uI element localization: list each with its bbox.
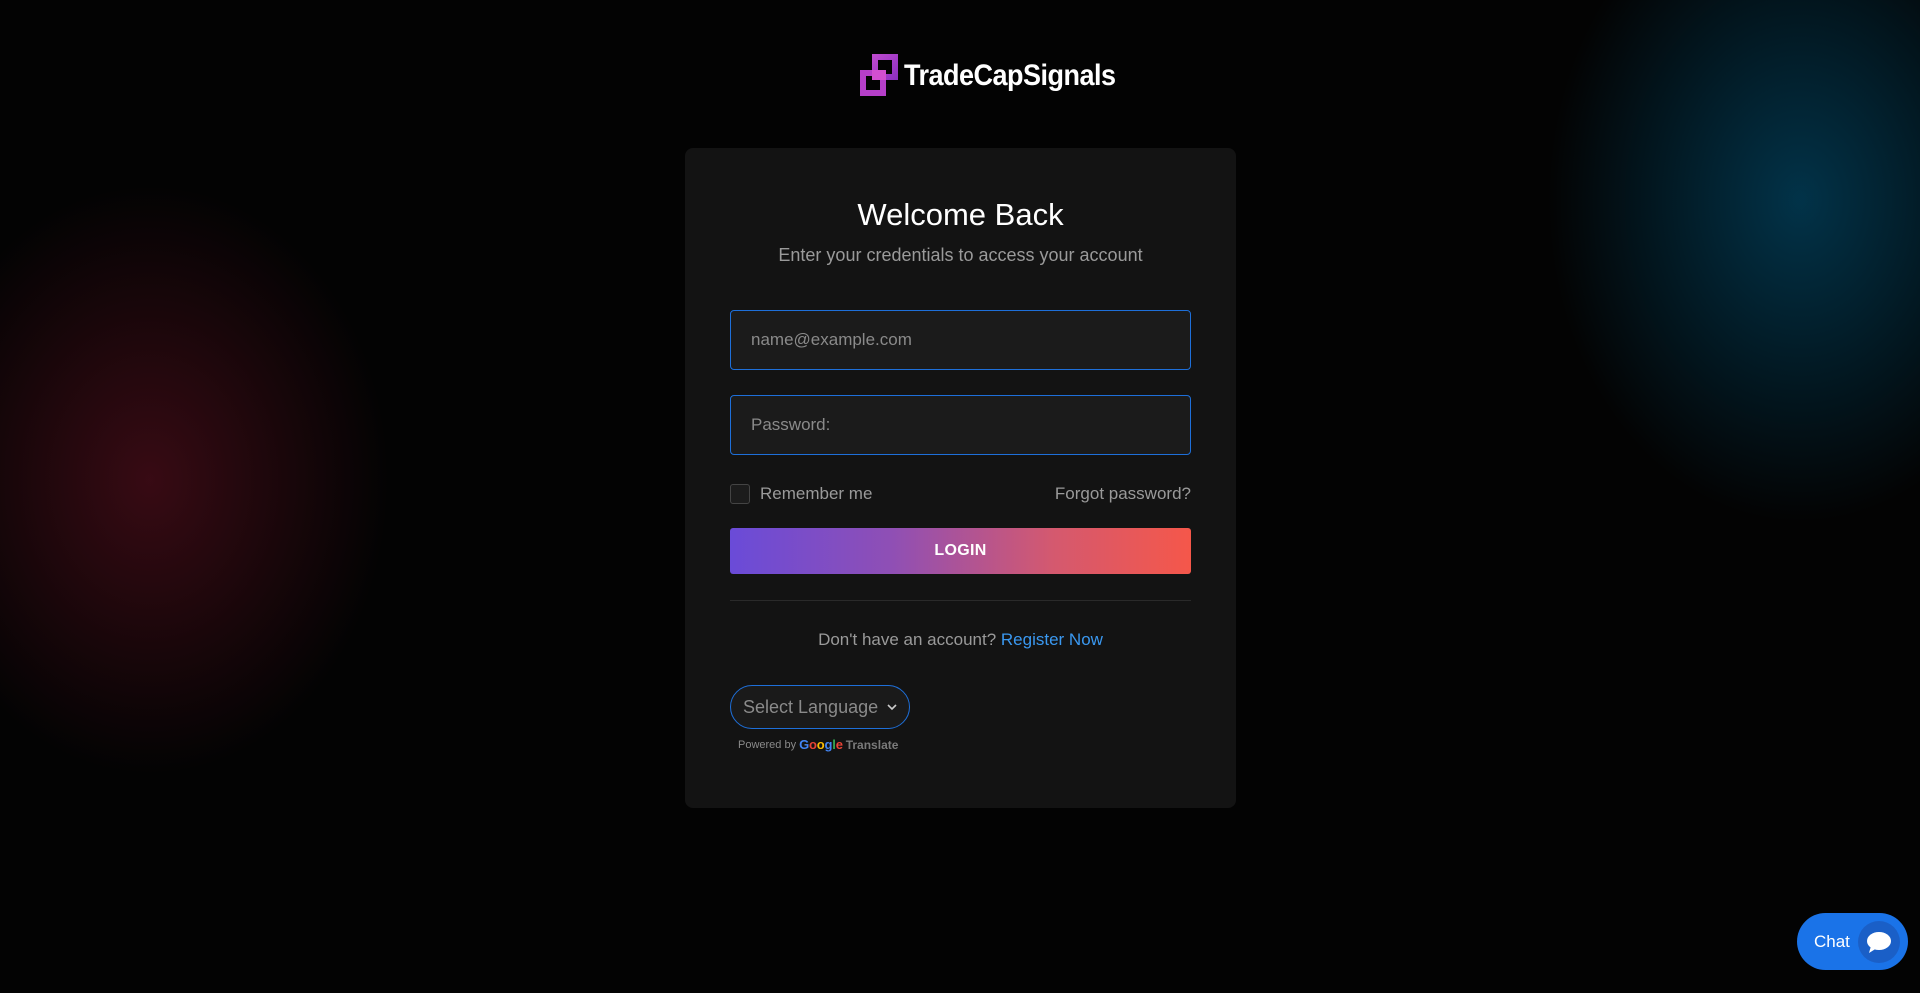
language-select[interactable]: Select Language <box>730 685 910 729</box>
forgot-password-link[interactable]: Forgot password? <box>1055 484 1191 504</box>
brand-name: TradeCapSignals <box>904 57 1116 91</box>
email-field[interactable] <box>730 310 1191 370</box>
register-prompt: Don't have an account? Register Now <box>730 630 1191 650</box>
google-translate-attribution: Powered by Google Translate <box>738 737 1191 752</box>
register-prompt-text: Don't have an account? <box>818 630 997 649</box>
brand-logo[interactable]: TradeCapSignals <box>860 54 1116 96</box>
language-select-value: Select Language <box>743 696 879 717</box>
page-subtitle: Enter your credentials to access your ac… <box>778 245 1143 265</box>
remember-me[interactable]: Remember me <box>730 484 872 504</box>
login-button[interactable]: LOGIN <box>730 528 1191 574</box>
powered-by-text: Powered by <box>738 738 797 751</box>
chat-bubble-icon <box>1858 921 1900 963</box>
chevron-down-icon <box>887 704 897 711</box>
remember-checkbox[interactable] <box>730 484 750 504</box>
translate-word: Translate <box>845 737 899 752</box>
chat-widget-button[interactable]: Chat <box>1797 913 1908 970</box>
login-card: Welcome Back Enter your credentials to a… <box>685 148 1236 808</box>
google-logo[interactable]: Google <box>799 737 843 752</box>
logo-mark-icon <box>860 54 898 96</box>
register-link[interactable]: Register Now <box>1001 630 1103 649</box>
remember-label: Remember me <box>760 484 873 503</box>
options-row: Remember me Forgot password? <box>730 482 1191 506</box>
password-field[interactable] <box>730 395 1191 455</box>
chat-label: Chat <box>1814 931 1850 951</box>
divider <box>730 600 1191 601</box>
page-title: Welcome Back <box>857 197 1064 232</box>
